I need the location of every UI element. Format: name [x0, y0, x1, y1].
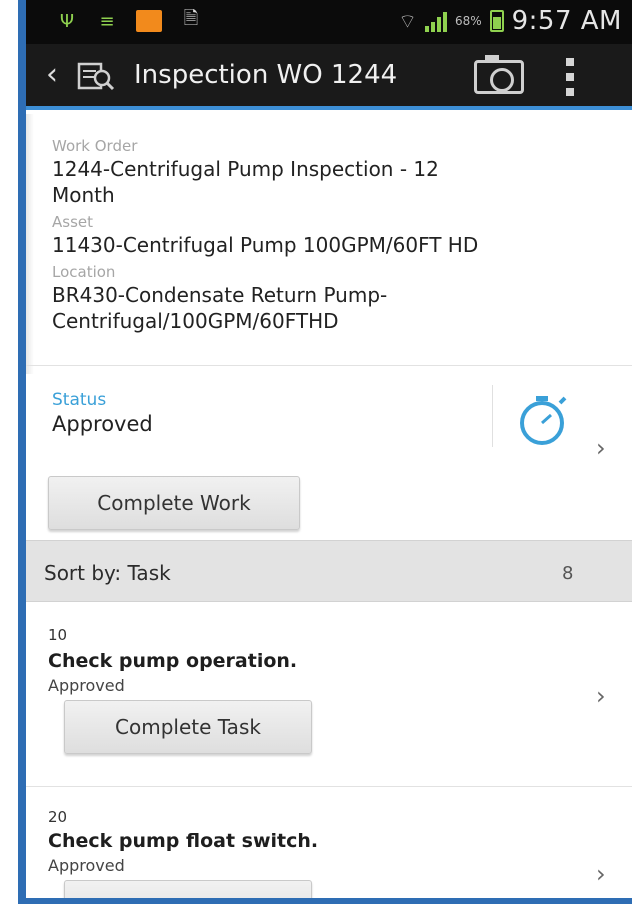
task-chevron-icon[interactable]: ›	[596, 682, 606, 710]
work-order-details: Work Order 1244-Centrifugal Pump Inspect…	[52, 136, 622, 334]
list-item[interactable]: 10 Check pump operation. Approved ›	[26, 604, 632, 784]
task-chevron-icon[interactable]: ›	[596, 860, 606, 888]
task-title: Check pump operation.	[48, 650, 298, 672]
clock: 9:57 AM	[511, 6, 622, 36]
inspection-app-icon[interactable]	[76, 58, 116, 94]
details-divider	[26, 365, 632, 366]
frame-edge-left	[18, 0, 26, 904]
orange-app-icon	[136, 10, 162, 32]
complete-task-button[interactable]: Complete Task	[64, 700, 312, 754]
system-icons: ⌔ 68% 9:57 AM	[398, 6, 622, 36]
asset-label: Asset	[52, 213, 94, 231]
wifi-icon: ⌔	[398, 8, 417, 33]
work-order-value-line1: 1244-Centrifugal Pump Inspection - 12	[52, 157, 439, 181]
phone-screen: Ψ ≡ 🗎 ⌔ 68% 9:57 AM ‹ Inspection WO 1244	[0, 0, 632, 904]
signal-icon	[424, 10, 447, 32]
back-icon[interactable]: ‹	[46, 58, 58, 92]
overflow-menu-icon[interactable]	[566, 58, 576, 96]
stopwatch-icon[interactable]	[512, 390, 578, 450]
usb-icon: Ψ	[59, 10, 75, 32]
task-title: Check pump float switch.	[48, 830, 319, 852]
status-bar: Ψ ≡ 🗎 ⌔ 68% 9:57 AM	[26, 0, 632, 44]
task-number: 20	[48, 808, 68, 826]
task-status: Approved	[48, 856, 125, 875]
notification-icons: Ψ ≡ 🗎	[56, 8, 202, 34]
task-number: 10	[48, 626, 68, 644]
asset-value: 11430-Centrifugal Pump 100GPM/60FT HD	[52, 233, 479, 257]
complete-work-button[interactable]: Complete Work	[48, 476, 300, 530]
work-order-label: Work Order	[52, 137, 138, 155]
left-margin	[0, 0, 18, 904]
battery-saver-icon: ≡	[99, 10, 115, 32]
task-status: Approved	[48, 676, 125, 695]
work-order-value-line2: Month	[52, 183, 115, 207]
action-bar: ‹ Inspection WO 1244	[26, 44, 632, 110]
task-count: 8	[562, 563, 574, 584]
camera-icon[interactable]	[474, 55, 524, 94]
battery-percent: 68%	[454, 14, 482, 28]
status-chevron-icon[interactable]: ›	[596, 434, 606, 462]
status-value: Approved	[52, 412, 153, 436]
panel-shadow	[26, 114, 34, 374]
status-divider	[492, 385, 493, 447]
frame-edge-bottom	[18, 898, 632, 904]
location-label: Location	[52, 263, 116, 281]
document-icon: 🗎	[183, 8, 199, 29]
task-divider	[26, 786, 632, 787]
sort-label[interactable]: Sort by: Task	[44, 561, 171, 585]
sort-bar[interactable]: Sort by: Task 8	[26, 540, 632, 602]
status-label: Status	[52, 390, 107, 410]
location-value-line2: Centrifugal/100GPM/60FTHD	[52, 309, 339, 333]
location-value-line1: BR430-Condensate Return Pump-	[52, 283, 388, 307]
battery-icon	[489, 10, 504, 32]
page-title: Inspection WO 1244	[134, 60, 398, 90]
